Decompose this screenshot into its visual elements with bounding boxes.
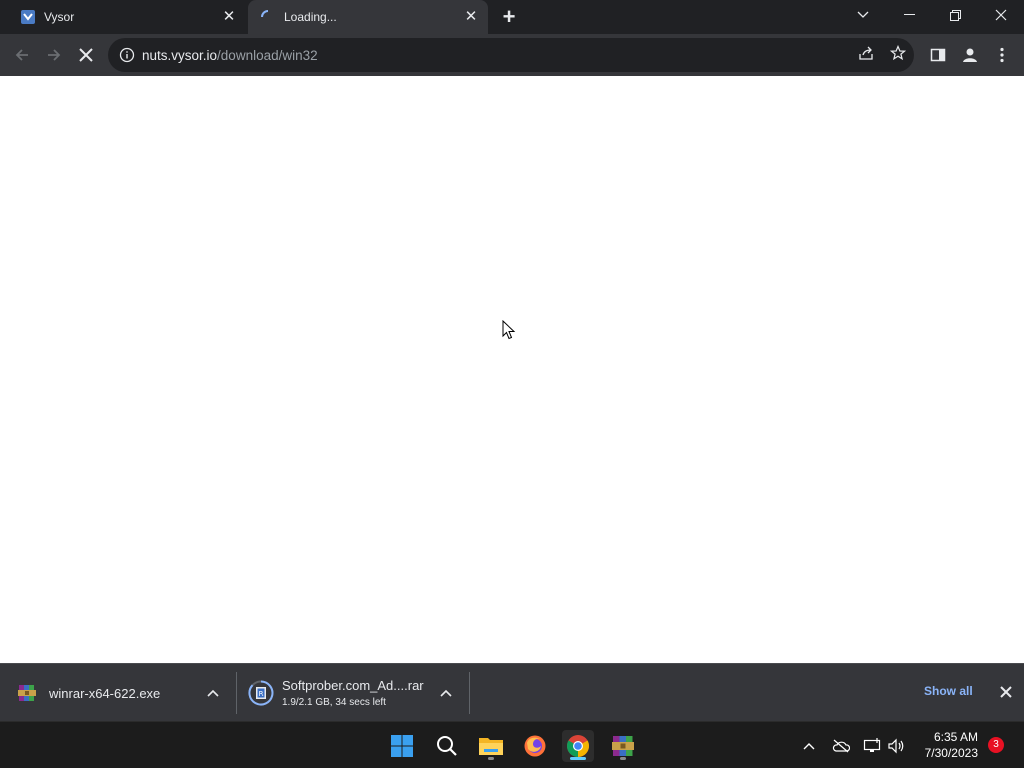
winrar-icon[interactable]	[607, 730, 639, 762]
url-host: nuts.vysor.io	[142, 47, 218, 63]
share-icon[interactable]	[856, 43, 876, 63]
mouse-cursor-icon	[502, 320, 516, 340]
tab-close-icon[interactable]: ✕	[221, 9, 237, 25]
menu-kebab-icon[interactable]	[992, 45, 1012, 65]
firefox-icon[interactable]	[519, 730, 551, 762]
running-indicator	[488, 757, 494, 760]
back-icon[interactable]	[8, 41, 36, 69]
network-icon[interactable]	[862, 736, 882, 756]
tab-title: Loading...	[284, 10, 337, 24]
show-all-link[interactable]: Show all	[924, 684, 973, 698]
show-hidden-icons-icon[interactable]	[799, 736, 819, 756]
notification-badge[interactable]: 3	[988, 737, 1004, 753]
close-window-icon[interactable]	[978, 0, 1024, 30]
svg-text:R: R	[259, 690, 264, 698]
stop-loading-icon[interactable]	[72, 41, 100, 69]
chevron-up-icon[interactable]	[206, 686, 220, 700]
tab-loading[interactable]: Loading... ✕	[248, 0, 488, 34]
file-explorer-icon[interactable]	[475, 730, 507, 762]
chrome-icon[interactable]	[562, 730, 594, 762]
tab-vysor[interactable]: Vysor ✕	[8, 0, 246, 34]
start-icon[interactable]	[386, 730, 418, 762]
side-panel-icon[interactable]	[928, 45, 948, 65]
browser-toolbar: nuts.vysor.io/download/win32	[0, 34, 1024, 76]
minimize-icon[interactable]	[886, 0, 932, 30]
taskbar: 6:35 AM 7/30/2023 3	[0, 721, 1024, 768]
divider	[469, 672, 470, 714]
download-bar: winrar-x64-622.exe R Softprober.com_Ad..…	[0, 663, 1024, 721]
site-info-icon[interactable]	[119, 47, 135, 63]
loading-spinner-icon	[260, 9, 276, 25]
bookmark-star-icon[interactable]	[888, 43, 908, 63]
onedrive-icon[interactable]	[831, 736, 851, 756]
archive-progress-icon: R	[248, 680, 274, 706]
forward-icon[interactable]	[40, 41, 68, 69]
tab-title: Vysor	[44, 10, 75, 24]
address-bar[interactable]: nuts.vysor.io/download/win32	[108, 38, 914, 72]
page-content	[0, 76, 1024, 663]
tab-close-icon[interactable]: ✕	[463, 9, 479, 25]
winrar-icon	[18, 684, 36, 702]
tab-strip: Vysor ✕ Loading... ✕ +	[0, 0, 1024, 34]
download-item[interactable]: R Softprober.com_Ad....rar 1.9/2.1 GB, 3…	[248, 664, 428, 722]
download-status: 1.9/2.1 GB, 34 secs left	[282, 697, 386, 708]
url-text: nuts.vysor.io/download/win32	[142, 48, 318, 63]
search-icon[interactable]	[431, 730, 463, 762]
vysor-icon	[20, 9, 36, 25]
chevron-up-icon[interactable]	[439, 686, 453, 700]
profile-icon[interactable]	[960, 45, 980, 65]
download-filename: Softprober.com_Ad....rar	[282, 678, 424, 693]
clock-time: 6:35 AM	[933, 730, 978, 744]
tab-search-icon[interactable]	[840, 0, 886, 30]
download-item[interactable]: winrar-x64-622.exe	[18, 664, 228, 722]
download-filename: winrar-x64-622.exe	[49, 685, 161, 701]
url-path: /download/win32	[217, 47, 318, 63]
clock-date: 7/30/2023	[924, 746, 978, 760]
new-tab-icon[interactable]: +	[498, 6, 520, 28]
running-indicator	[620, 757, 626, 760]
active-indicator	[570, 757, 586, 760]
close-icon[interactable]	[998, 684, 1014, 700]
volume-icon[interactable]	[886, 736, 906, 756]
restore-icon[interactable]	[932, 0, 978, 30]
system-clock[interactable]: 6:35 AM 7/30/2023	[912, 729, 978, 761]
divider	[236, 672, 237, 714]
